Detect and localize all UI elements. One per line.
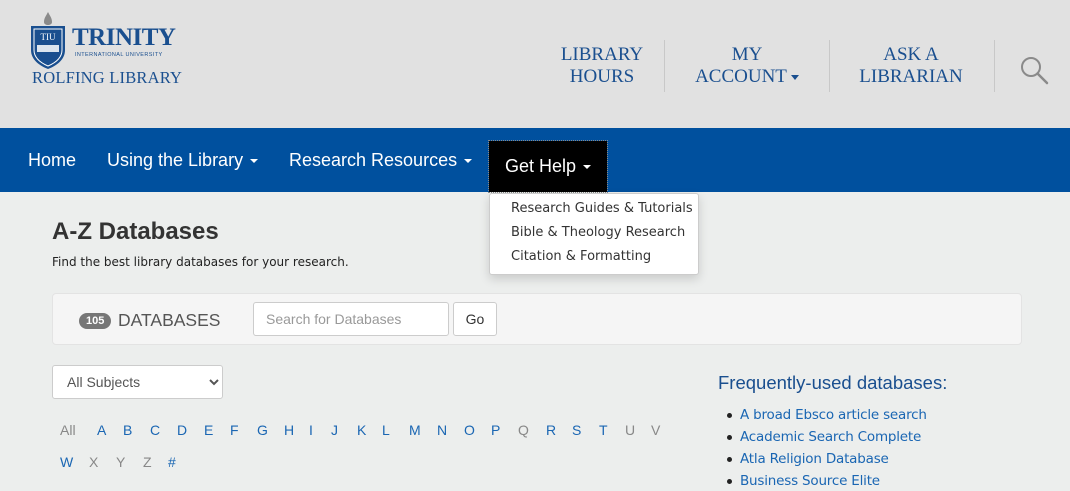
frequently-used-list: A broad Ebsco article search Academic Se… — [718, 404, 1048, 491]
az-letter-link[interactable]: S — [572, 422, 581, 438]
chevron-down-icon — [583, 165, 592, 170]
az-letter-link[interactable]: I — [309, 422, 313, 438]
frequent-database-link[interactable]: Business Source Elite — [727, 470, 1048, 491]
az-letter-link[interactable]: V — [651, 422, 660, 438]
library-hours-line1: LIBRARY — [560, 44, 644, 65]
database-search-panel: 105 DATABASES Go — [52, 293, 1022, 345]
frequently-used-section: Frequently-used databases: A broad Ebsco… — [718, 372, 1048, 491]
az-letter-link[interactable]: # — [168, 454, 176, 470]
my-account-menu[interactable]: MY ACCOUNT — [666, 40, 828, 92]
az-letter-link[interactable]: G — [257, 422, 268, 438]
az-letter-link[interactable]: T — [599, 422, 608, 438]
database-count-badge: 105 — [79, 313, 112, 329]
university-seal-icon: TIU — [31, 12, 65, 69]
page-description: Find the best library databases for your… — [52, 255, 349, 269]
frequently-used-title: Frequently-used databases: — [718, 372, 948, 393]
subject-filter-select[interactable]: All Subjects — [52, 365, 223, 399]
logo-subtitle: INTERNATIONAL UNIVERSITY — [75, 52, 163, 58]
frequent-database-link[interactable]: A broad Ebsco article search — [727, 404, 1048, 426]
dropdown-item-bible-theology[interactable]: Bible & Theology Research — [490, 224, 698, 248]
az-letter-link[interactable]: X — [89, 454, 98, 470]
page-title: A-Z Databases — [52, 218, 219, 245]
az-letter-link[interactable]: W — [60, 454, 73, 470]
az-letter-link[interactable]: A — [97, 422, 106, 438]
my-account-line2: ACCOUNT — [695, 66, 787, 87]
az-letter-link[interactable]: O — [464, 422, 475, 438]
nav-get-help-label: Get Help — [505, 156, 577, 176]
ask-line1: ASK A — [883, 44, 939, 65]
az-letter-link[interactable]: H — [284, 422, 294, 438]
main-navbar: Home Using the Library Research Resource… — [0, 128, 1070, 193]
az-letter-link[interactable]: U — [625, 422, 635, 438]
dropdown-item-research-guides[interactable]: Research Guides & Tutorials — [490, 200, 698, 224]
az-letter-link[interactable]: F — [230, 422, 239, 438]
header-divider — [994, 40, 995, 92]
header-divider — [664, 40, 665, 92]
nav-research-resources[interactable]: Research Resources — [289, 128, 473, 192]
ask-a-librarian-link[interactable]: ASK A LIBRARIAN — [830, 40, 992, 92]
frequent-database-link[interactable]: Atla Religion Database — [727, 448, 1048, 470]
dropdown-item-citation[interactable]: Citation & Formatting — [490, 248, 698, 272]
logo[interactable]: TIU TRINITY INTERNATIONAL UNIVERSITY ROL… — [28, 8, 198, 88]
az-letter-link[interactable]: N — [437, 422, 447, 438]
az-letter-link[interactable]: M — [409, 422, 421, 438]
az-letter-link[interactable]: D — [177, 422, 187, 438]
nav-using-label: Using the Library — [107, 150, 244, 170]
nav-home[interactable]: Home — [28, 128, 76, 192]
site-header: TIU TRINITY INTERNATIONAL UNIVERSITY ROL… — [0, 0, 1070, 128]
library-name: ROLFING LIBRARY — [32, 68, 183, 87]
nav-home-label: Home — [28, 150, 77, 170]
az-letter-link[interactable]: R — [546, 422, 556, 438]
library-hours-link[interactable]: LIBRARY HOURS — [540, 40, 664, 92]
az-letter-link[interactable]: E — [204, 422, 213, 438]
az-letter-link[interactable]: C — [150, 422, 160, 438]
database-search-input[interactable] — [253, 302, 449, 336]
chevron-down-icon — [250, 159, 259, 164]
seal-text: TIU — [41, 32, 56, 42]
search-icon[interactable] — [1018, 54, 1050, 86]
az-letter-link[interactable]: B — [123, 422, 132, 438]
library-hours-line2: HOURS — [569, 66, 635, 87]
ask-line2: LIBRARIAN — [859, 66, 963, 87]
my-account-line1: MY — [731, 44, 763, 65]
az-letter-link[interactable]: P — [491, 422, 500, 438]
database-count-label: DATABASES — [118, 310, 221, 330]
az-letter-link[interactable]: K — [357, 422, 366, 438]
frequent-database-link[interactable]: Academic Search Complete — [727, 426, 1048, 448]
chevron-down-icon — [464, 159, 473, 164]
az-letter-link[interactable]: Z — [143, 454, 152, 470]
go-button[interactable]: Go — [453, 302, 497, 336]
nav-research-label: Research Resources — [289, 150, 458, 170]
az-letter-link[interactable]: Y — [116, 454, 125, 470]
az-letter-link[interactable]: L — [382, 422, 390, 438]
az-letter-link[interactable]: Q — [518, 422, 529, 438]
az-letter-link[interactable]: All — [60, 422, 76, 438]
nav-get-help[interactable]: Get Help — [487, 140, 609, 193]
get-help-dropdown: Research Guides & Tutorials Bible & Theo… — [489, 193, 699, 275]
nav-using-the-library[interactable]: Using the Library — [107, 128, 259, 192]
logo-wordmark: TRINITY — [72, 24, 176, 51]
az-letter-link[interactable]: J — [331, 422, 338, 438]
chevron-down-icon — [790, 75, 799, 81]
